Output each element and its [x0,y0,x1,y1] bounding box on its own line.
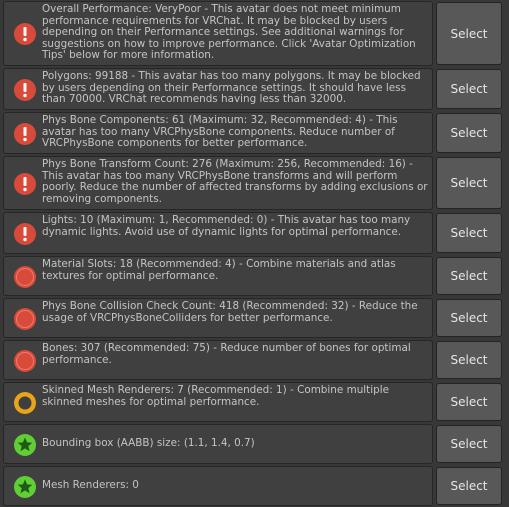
message-text: Skinned Mesh Renderers: 7 (Recommended: … [42,384,390,408]
select-button[interactable]: Select [436,383,502,421]
select-button[interactable]: Select [436,299,502,337]
error-exclamation-icon [13,222,37,246]
message-panel: Mesh Renderers: 0 [3,466,433,506]
message-row-phys-bone-collision-check-count: Phys Bone Collision Check Count: 418 (Re… [0,298,509,338]
message-panel: Phys Bone Transform Count: 276 (Maximum:… [3,156,433,210]
message-panel: Material Slots: 18 (Recommended: 4) - Co… [3,256,433,296]
message-panel: Lights: 10 (Maximum: 1, Recommended: 0) … [3,212,433,254]
select-button[interactable]: Select [436,2,502,65]
message-panel: Phys Bone Collision Check Count: 418 (Re… [3,298,433,338]
error-exclamation-icon [13,78,37,102]
select-button[interactable]: Select [436,467,502,505]
error-circle-icon [13,265,37,289]
message-text: Phys Bone Transform Count: 276 (Maximum:… [42,158,428,205]
message-text: Phys Bone Components: 61 (Maximum: 32, R… [42,114,398,149]
message-row-overall-performance: Overall Performance: VeryPoor - This ava… [0,1,509,66]
message-text: Polygons: 99188 - This avatar has too ma… [42,70,421,105]
select-button[interactable]: Select [436,113,502,153]
message-panel: Bones: 307 (Recommended: 75) - Reduce nu… [3,340,433,380]
message-text: Phys Bone Collision Check Count: 418 (Re… [42,300,418,324]
message-row-phys-bone-transform-count: Phys Bone Transform Count: 276 (Maximum:… [0,156,509,210]
message-row-polygons: Polygons: 99188 - This avatar has too ma… [0,68,509,110]
message-text: Material Slots: 18 (Recommended: 4) - Co… [42,258,396,282]
message-text: Mesh Renderers: 0 [42,479,139,491]
message-text: Lights: 10 (Maximum: 1, Recommended: 0) … [42,214,411,238]
message-row-skinned-mesh-renderers: Skinned Mesh Renderers: 7 (Recommended: … [0,382,509,422]
message-text: Bounding box (AABB) size: (1.1, 1.4, 0.7… [42,437,255,449]
star-icon [13,433,37,457]
message-panel: Skinned Mesh Renderers: 7 (Recommended: … [3,382,433,422]
message-row-mesh-renderers: Mesh Renderers: 0 Select [0,466,509,506]
message-panel: Polygons: 99188 - This avatar has too ma… [3,68,433,110]
message-text: Bones: 307 (Recommended: 75) - Reduce nu… [42,342,411,366]
warning-circle-icon [13,391,37,415]
message-row-bones: Bones: 307 (Recommended: 75) - Reduce nu… [0,340,509,380]
message-row-phys-bone-components: Phys Bone Components: 61 (Maximum: 32, R… [0,112,509,154]
select-button[interactable]: Select [436,69,502,109]
select-button[interactable]: Select [436,213,502,253]
error-exclamation-icon [13,172,37,196]
select-button[interactable]: Select [436,157,502,209]
select-button[interactable]: Select [436,257,502,295]
error-circle-icon [13,349,37,373]
message-text: Overall Performance: VeryPoor - This ava… [42,3,416,61]
error-circle-icon [13,307,37,331]
error-exclamation-icon [13,22,37,46]
message-row-bounding-box: Bounding box (AABB) size: (1.1, 1.4, 0.7… [0,424,509,464]
message-row-lights: Lights: 10 (Maximum: 1, Recommended: 0) … [0,212,509,254]
star-icon [13,475,37,499]
message-panel: Phys Bone Components: 61 (Maximum: 32, R… [3,112,433,154]
message-panel: Bounding box (AABB) size: (1.1, 1.4, 0.7… [3,424,433,464]
select-button[interactable]: Select [436,341,502,379]
message-row-material-slots: Material Slots: 18 (Recommended: 4) - Co… [0,256,509,296]
message-panel: Overall Performance: VeryPoor - This ava… [3,1,433,66]
select-button[interactable]: Select [436,425,502,463]
error-exclamation-icon [13,122,37,146]
